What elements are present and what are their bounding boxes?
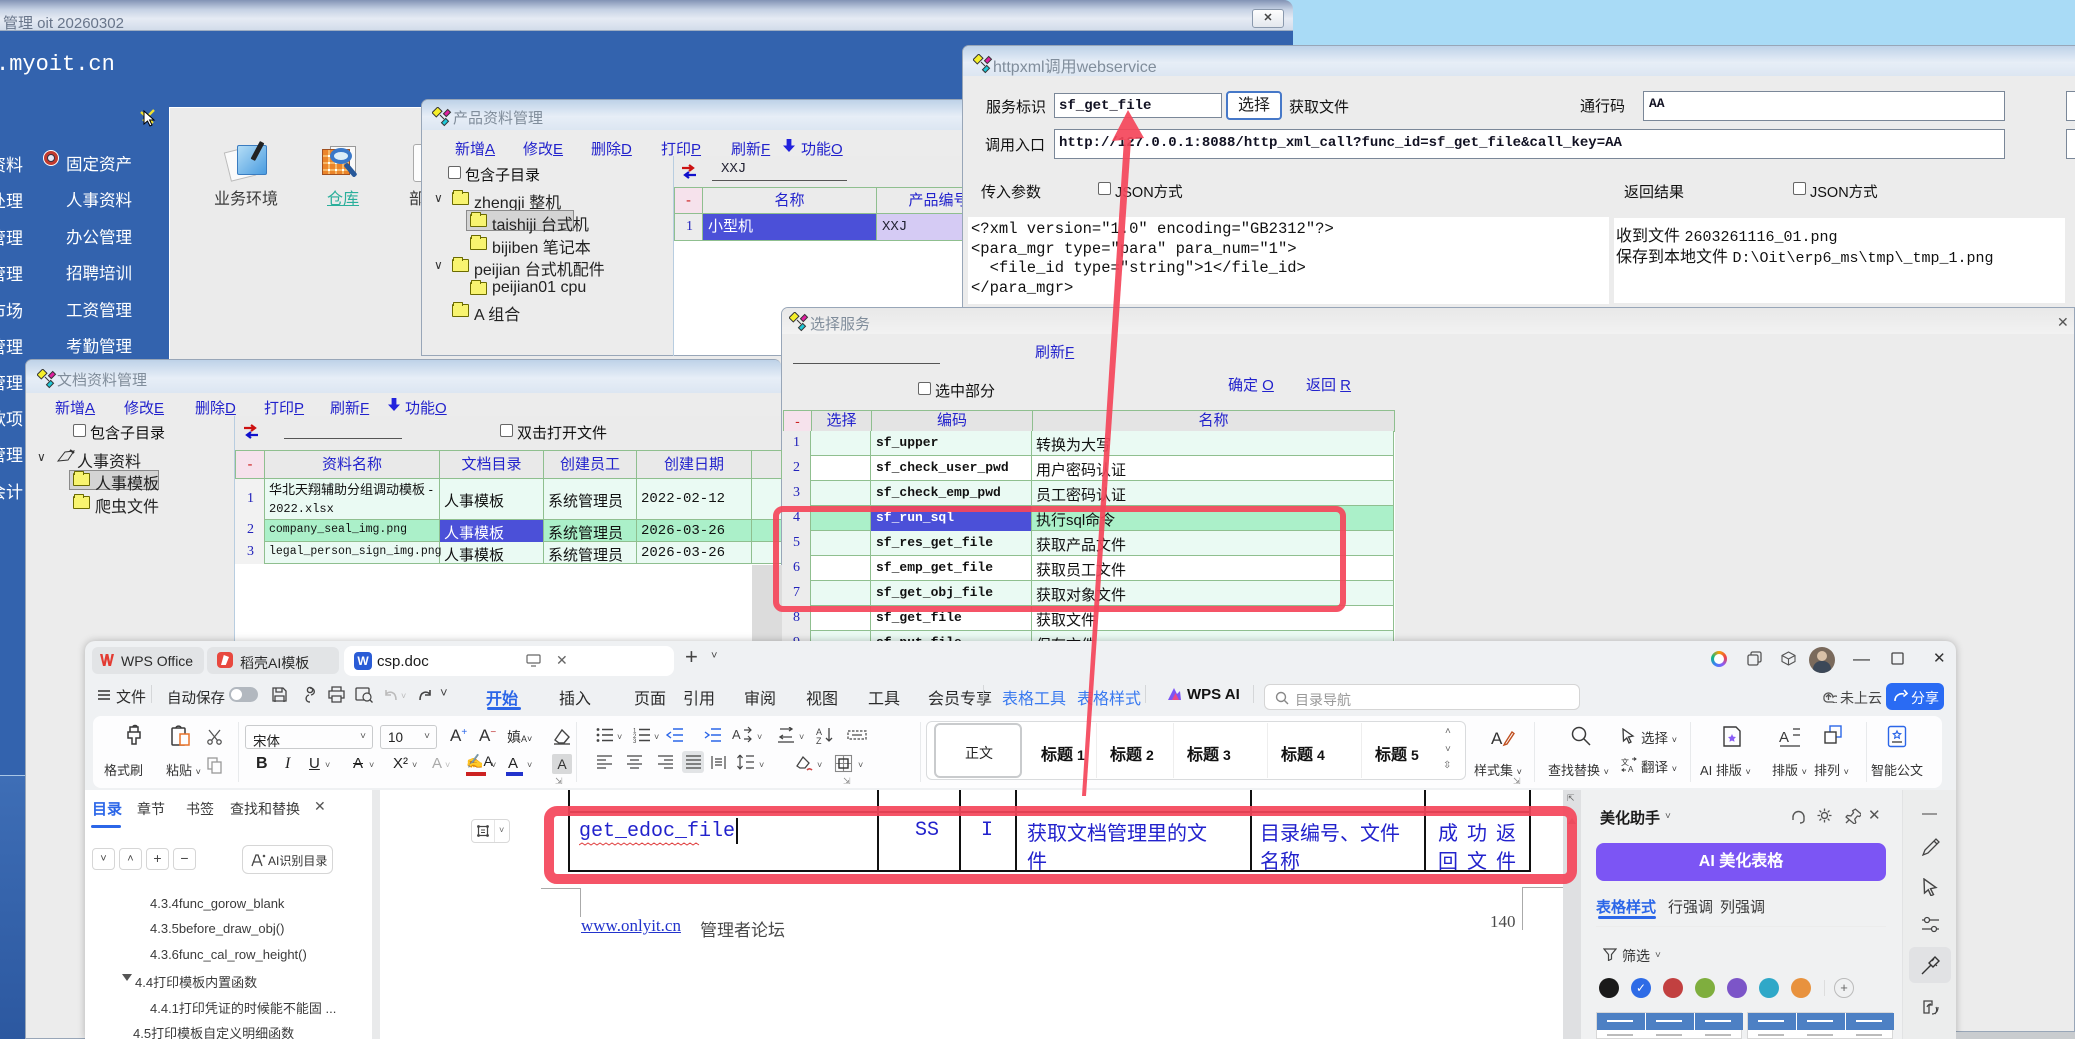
svg-text:A: A xyxy=(1628,765,1634,773)
svg-text:A: A xyxy=(1779,729,1789,746)
svg-text:3: 3 xyxy=(633,739,637,743)
svg-text:A: A xyxy=(732,727,741,742)
svg-text:Z: Z xyxy=(816,736,822,744)
svg-text:A: A xyxy=(1491,729,1503,748)
